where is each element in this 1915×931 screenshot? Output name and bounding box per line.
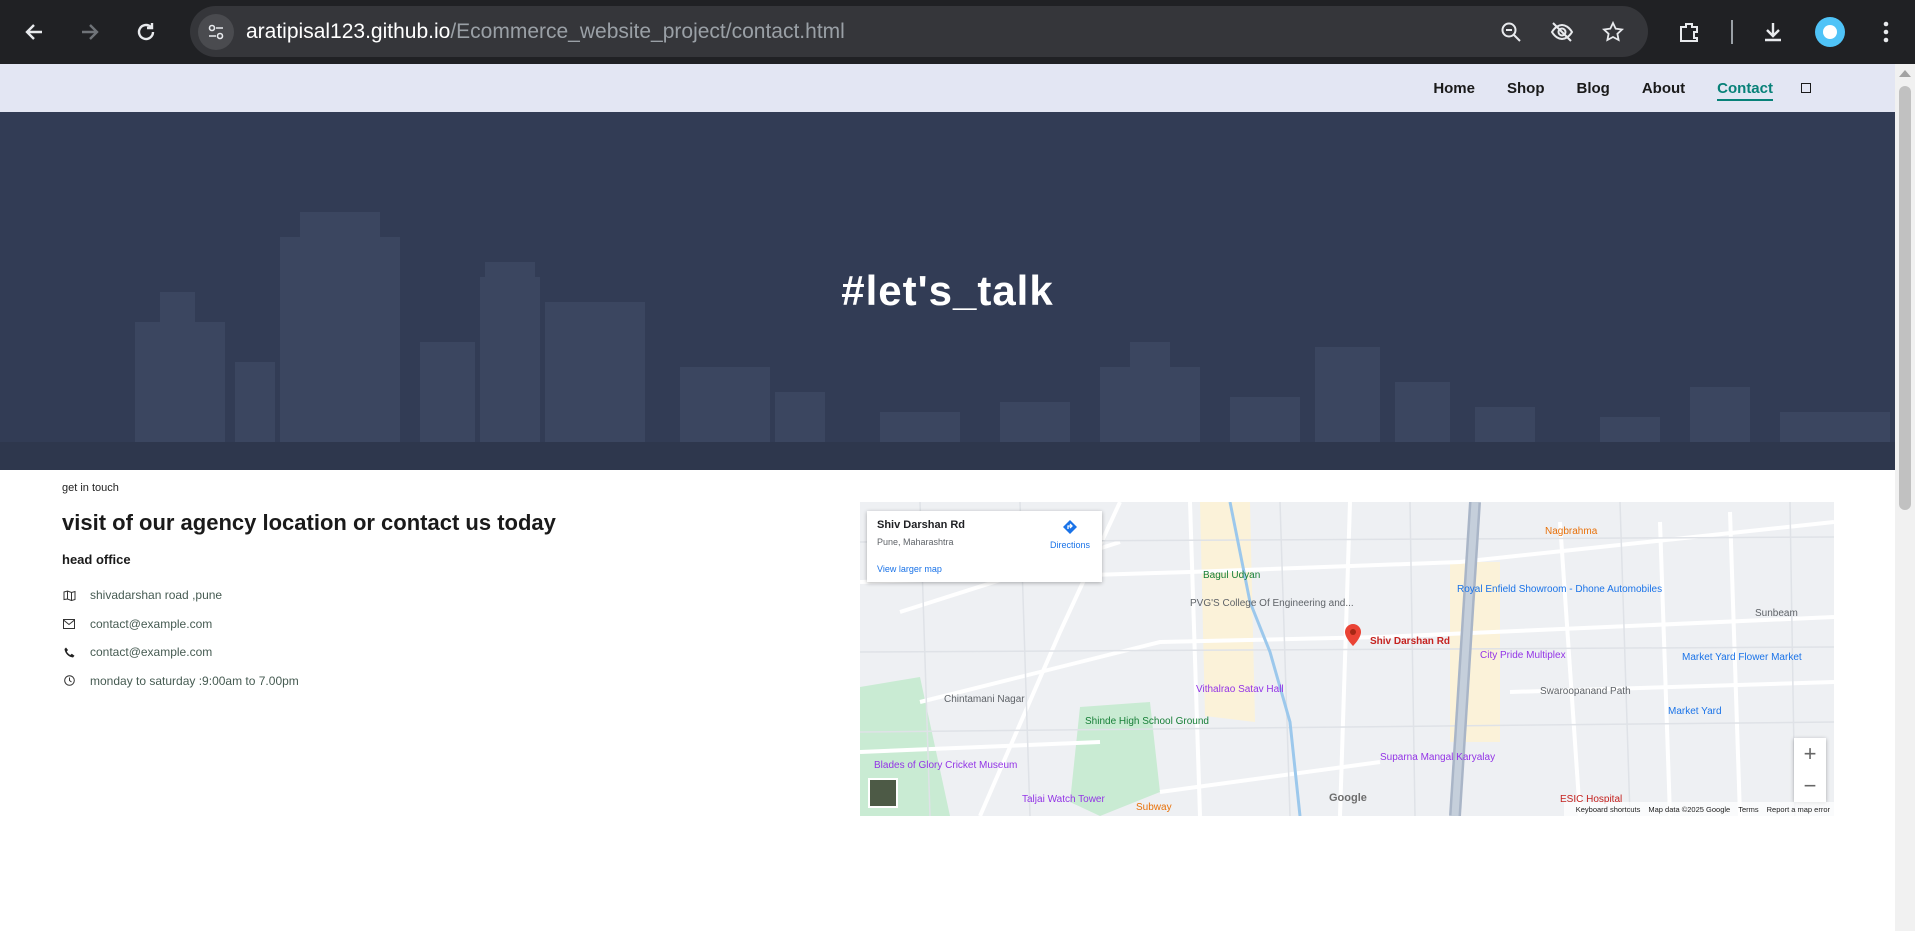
- report-error-link[interactable]: Report a map error: [1767, 805, 1830, 814]
- terms-link[interactable]: Terms: [1738, 805, 1758, 814]
- map-label: Market Yard Flower Market: [1682, 652, 1802, 663]
- map-label: PVG'S College Of Engineering and...: [1190, 598, 1354, 609]
- hours-text: monday to saturday :9:00am to 7.00pm: [90, 673, 299, 688]
- back-button[interactable]: [14, 12, 54, 52]
- reload-icon: [137, 23, 155, 41]
- nav-blog[interactable]: Blog: [1577, 80, 1610, 97]
- forward-arrow-icon: [82, 24, 99, 40]
- place-title: Shiv Darshan Rd: [877, 519, 966, 531]
- url-path: /Ecommerce_website_project/contact.html: [450, 20, 845, 43]
- map-label: Shinde High School Ground: [1085, 716, 1209, 727]
- map-data-text: Map data ©2025 Google: [1648, 804, 1731, 814]
- page: Home Shop Blog About Contact #let's_talk…: [0, 64, 1895, 931]
- tune-icon: [208, 24, 224, 40]
- view-larger-map-link[interactable]: View larger map: [877, 564, 942, 574]
- site-info-button[interactable]: [198, 14, 234, 50]
- contact-info-list: shivadarshan road ,pune contact@example.…: [62, 581, 762, 695]
- office-label: head office: [62, 552, 131, 567]
- place-subtitle: Pune, Maharashtra: [877, 537, 954, 547]
- nav-contact[interactable]: Contact: [1717, 80, 1773, 101]
- eye-off-icon[interactable]: [1549, 19, 1575, 45]
- nav-shop[interactable]: Shop: [1507, 80, 1545, 97]
- profile-avatar-icon[interactable]: [1812, 14, 1848, 50]
- directions-icon: [1063, 520, 1077, 534]
- address-text: shivadarshan road ,pune: [90, 588, 223, 603]
- map-icon: [62, 588, 76, 602]
- contact-details: get in touch visit of our agency locatio…: [62, 482, 762, 695]
- browser-toolbar: aratipisal123.github.io/Ecommerce_websit…: [0, 0, 1915, 64]
- map-label: Blades of Glory Cricket Museum: [874, 760, 1018, 771]
- map-label: Swaroopanand Path: [1540, 686, 1631, 697]
- map-label: Chintamani Nagar: [944, 694, 1025, 705]
- zoom-icon[interactable]: [1498, 19, 1524, 45]
- map-label: Taljai Watch Tower: [1022, 794, 1105, 805]
- clock-icon: [62, 674, 76, 688]
- scroll-thumb[interactable]: [1899, 86, 1911, 510]
- envelope-icon: [62, 617, 76, 631]
- directions-button[interactable]: Directions: [1045, 519, 1095, 550]
- url-host: aratipisal123.github.io: [246, 20, 451, 43]
- map-label: Royal Enfield Showroom - Dhone Automobil…: [1457, 584, 1663, 595]
- page-scrollbar[interactable]: [1895, 64, 1915, 931]
- eyebrow-text: get in touch: [62, 482, 119, 494]
- list-item: monday to saturday :9:00am to 7.00pm: [62, 667, 762, 696]
- address-bar[interactable]: aratipisal123.github.io/Ecommerce_websit…: [190, 6, 1648, 57]
- map-label: Subway: [1136, 802, 1172, 813]
- hero-banner: #let's_talk: [0, 112, 1895, 470]
- reload-button[interactable]: [126, 12, 166, 52]
- extensions-icon[interactable]: [1671, 14, 1707, 50]
- hero-title: #let's_talk: [841, 267, 1054, 314]
- back-arrow-icon: [25, 24, 42, 40]
- contact-headline: visit of our agency location or contact …: [62, 510, 556, 535]
- menu-dots-icon[interactable]: [1868, 14, 1904, 50]
- place-card: Shiv Darshan Rd Pune, Maharashtra View l…: [867, 511, 1102, 582]
- phone-icon: [62, 645, 76, 659]
- map-label: Suparna Mangal Karyalay: [1380, 752, 1496, 763]
- toolbar-divider: [1731, 20, 1733, 44]
- zoom-out-button[interactable]: −: [1794, 770, 1826, 802]
- keyboard-shortcuts-link[interactable]: Keyboard shortcuts: [1576, 805, 1641, 814]
- directions-label: Directions: [1049, 540, 1090, 550]
- list-item: contact@example.com: [62, 610, 762, 639]
- site-header: Home Shop Blog About Contact: [0, 64, 1895, 112]
- list-item: contact@example.com: [62, 638, 762, 667]
- map-label: City Pride Multiplex: [1480, 650, 1566, 661]
- google-logo: Google: [1329, 792, 1367, 804]
- downloads-icon[interactable]: [1755, 14, 1791, 50]
- map-pin-label: Shiv Darshan Rd: [1370, 636, 1451, 647]
- phone-text: contact@example.com: [90, 645, 213, 660]
- map-label: Bagul Udyan: [1203, 570, 1261, 581]
- nav-about[interactable]: About: [1642, 80, 1685, 97]
- map-label: Sunbeam: [1755, 608, 1798, 619]
- nav-home[interactable]: Home: [1433, 80, 1475, 97]
- map-label: Nagbrahma: [1545, 526, 1598, 537]
- map-label: Market Yard: [1668, 706, 1722, 717]
- main-nav: Home Shop Blog About Contact: [1401, 64, 1811, 112]
- zoom-in-button[interactable]: +: [1794, 738, 1826, 770]
- email-text: contact@example.com: [90, 616, 213, 631]
- list-item: shivadarshan road ,pune: [62, 581, 762, 610]
- url-text[interactable]: aratipisal123.github.io/Ecommerce_websit…: [246, 20, 845, 44]
- scroll-up-arrow-icon[interactable]: [1899, 70, 1911, 77]
- satellite-toggle[interactable]: [868, 778, 898, 808]
- map-label: Vithalrao Satav Hall: [1196, 684, 1284, 695]
- shopping-bag-icon[interactable]: [1801, 83, 1811, 93]
- forward-button[interactable]: [70, 12, 110, 52]
- bookmark-star-icon[interactable]: [1600, 19, 1626, 45]
- google-map[interactable]: Shiv Darshan Rd Bagul Udyan PVG'S Colleg…: [860, 502, 1834, 816]
- map-footer: Keyboard shortcuts Map data ©2025 Google…: [1563, 802, 1834, 816]
- zoom-controls: + −: [1794, 738, 1826, 802]
